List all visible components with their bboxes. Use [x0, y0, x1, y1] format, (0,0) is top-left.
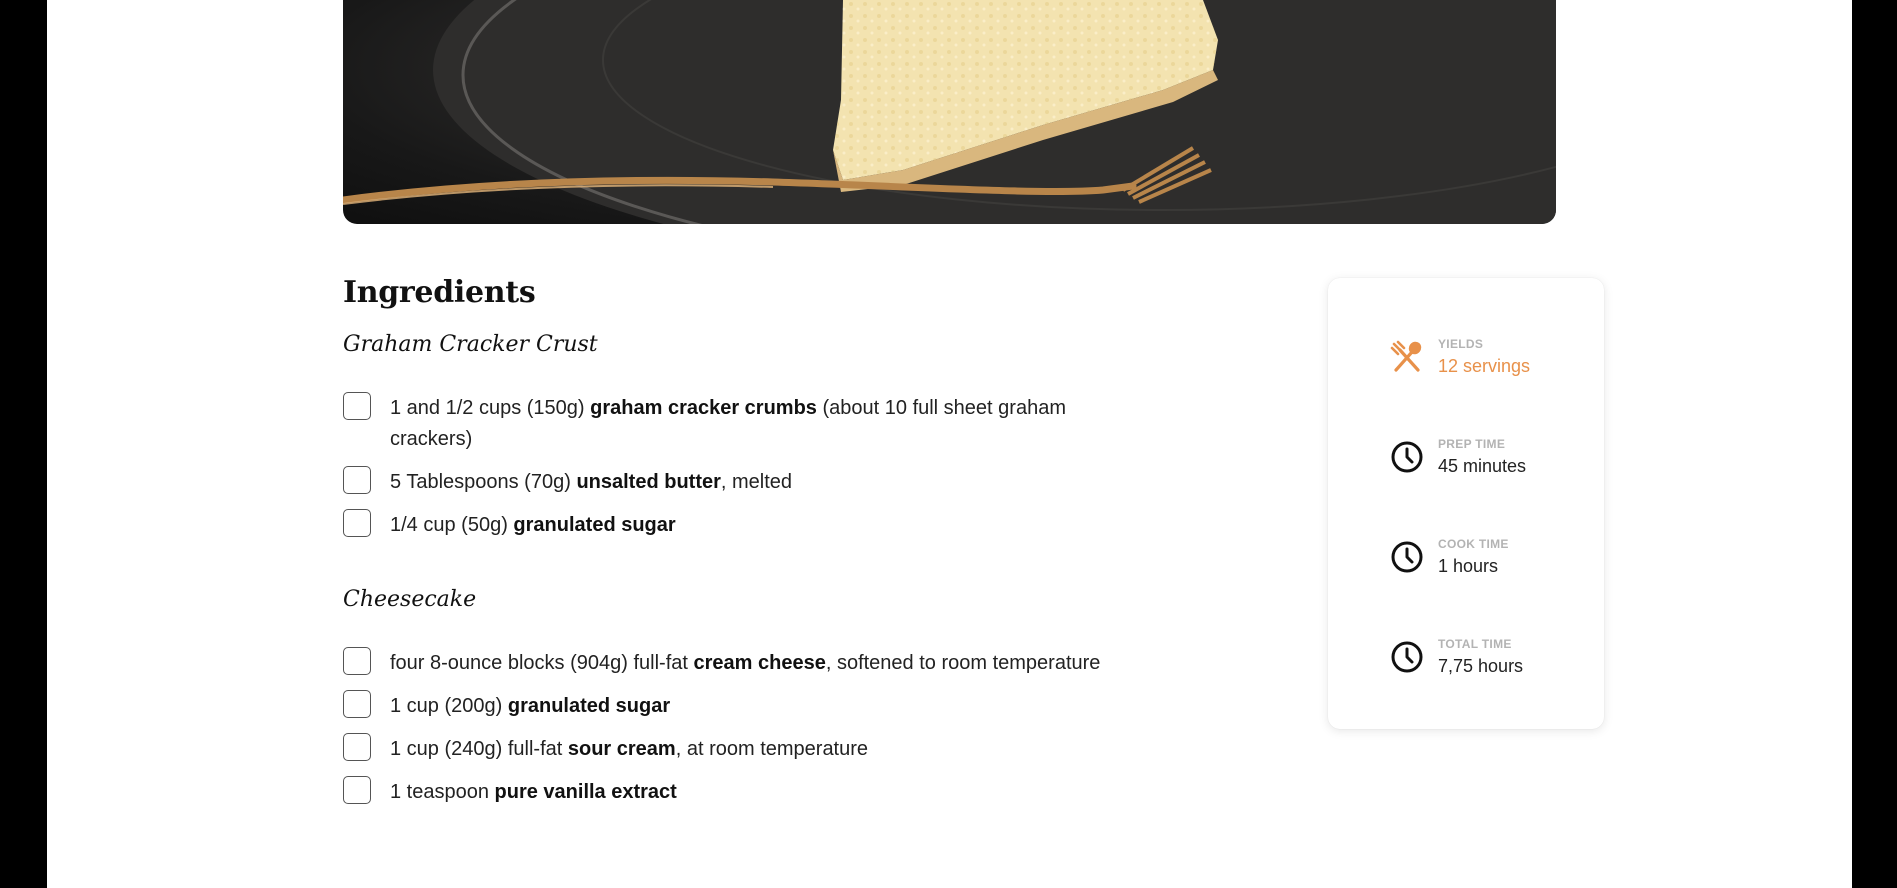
yields-stat: YIELDS 12 servings [1390, 336, 1530, 378]
group-title-crust: Graham Cracker Crust [343, 332, 598, 357]
cook-time-label: COOK TIME [1438, 537, 1509, 551]
ingredient-list-crust: 1 and 1/2 cups (150g) graham cracker cru… [343, 392, 1163, 541]
hero-image [343, 0, 1556, 224]
clock-icon [1391, 641, 1423, 673]
total-time-label: TOTAL TIME [1438, 637, 1512, 651]
ingredient-text: 5 Tablespoons (70g) unsalted butter, mel… [390, 471, 793, 493]
cook-time-stat: COOK TIME 1 hours [1390, 536, 1509, 578]
ingredient-checkbox[interactable] [343, 690, 371, 718]
ingredient-item: 1 teaspoon pure vanilla extract [343, 776, 1163, 808]
ingredient-item: 5 Tablespoons (70g) unsalted butter, mel… [343, 466, 1163, 498]
ingredient-item: 1/4 cup (50g) granulated sugar [343, 509, 1163, 541]
ingredients-section: Ingredients Graham Cracker Crust 1 and 1… [343, 275, 1163, 820]
ingredient-text: 1 cup (200g) granulated sugar [390, 695, 671, 717]
prep-time-label: PREP TIME [1438, 437, 1506, 451]
ingredient-checkbox[interactable] [343, 509, 371, 537]
yields-label: YIELDS [1438, 337, 1484, 351]
total-time-value: 7,75 hours [1438, 656, 1524, 676]
utensils-icon [1390, 340, 1422, 372]
ingredient-checkbox[interactable] [343, 392, 371, 420]
clock-icon [1391, 541, 1423, 573]
ingredient-item: 1 cup (240g) full-fat sour cream, at roo… [343, 733, 1163, 765]
ingredient-checkbox[interactable] [343, 466, 371, 494]
clock-icon [1391, 441, 1423, 473]
cheesecake-photo [343, 0, 1556, 224]
ingredient-checkbox[interactable] [343, 776, 371, 804]
ingredient-checkbox[interactable] [343, 647, 371, 675]
ingredient-item: four 8-ounce blocks (904g) full-fat crea… [343, 647, 1163, 679]
cook-time-value: 1 hours [1438, 556, 1499, 576]
ingredient-text: 1 teaspoon pure vanilla extract [390, 781, 677, 803]
prep-time-stat: PREP TIME 45 minutes [1390, 436, 1526, 478]
ingredient-text: 1/4 cup (50g) granulated sugar [390, 514, 676, 536]
total-time-stat: TOTAL TIME 7,75 hours [1390, 636, 1523, 678]
ingredient-text: 1 and 1/2 cups (150g) graham cracker cru… [390, 397, 1066, 450]
page: Ingredients Graham Cracker Crust 1 and 1… [47, 0, 1852, 888]
recipe-info-card: YIELDS 12 servings PREP TIME 45 minutes … [1328, 278, 1604, 729]
ingredient-item: 1 cup (200g) granulated sugar [343, 690, 1163, 722]
group-title-cheesecake: Cheesecake [343, 587, 477, 612]
ingredient-item: 1 and 1/2 cups (150g) graham cracker cru… [343, 392, 1163, 455]
prep-time-value: 45 minutes [1438, 456, 1527, 476]
yields-value: 12 servings [1438, 356, 1531, 376]
ingredient-list-cheesecake: four 8-ounce blocks (904g) full-fat crea… [343, 647, 1163, 808]
ingredient-checkbox[interactable] [343, 733, 371, 761]
ingredient-text: four 8-ounce blocks (904g) full-fat crea… [390, 652, 1101, 674]
ingredients-heading: Ingredients [343, 275, 536, 310]
ingredient-text: 1 cup (240g) full-fat sour cream, at roo… [390, 738, 869, 760]
